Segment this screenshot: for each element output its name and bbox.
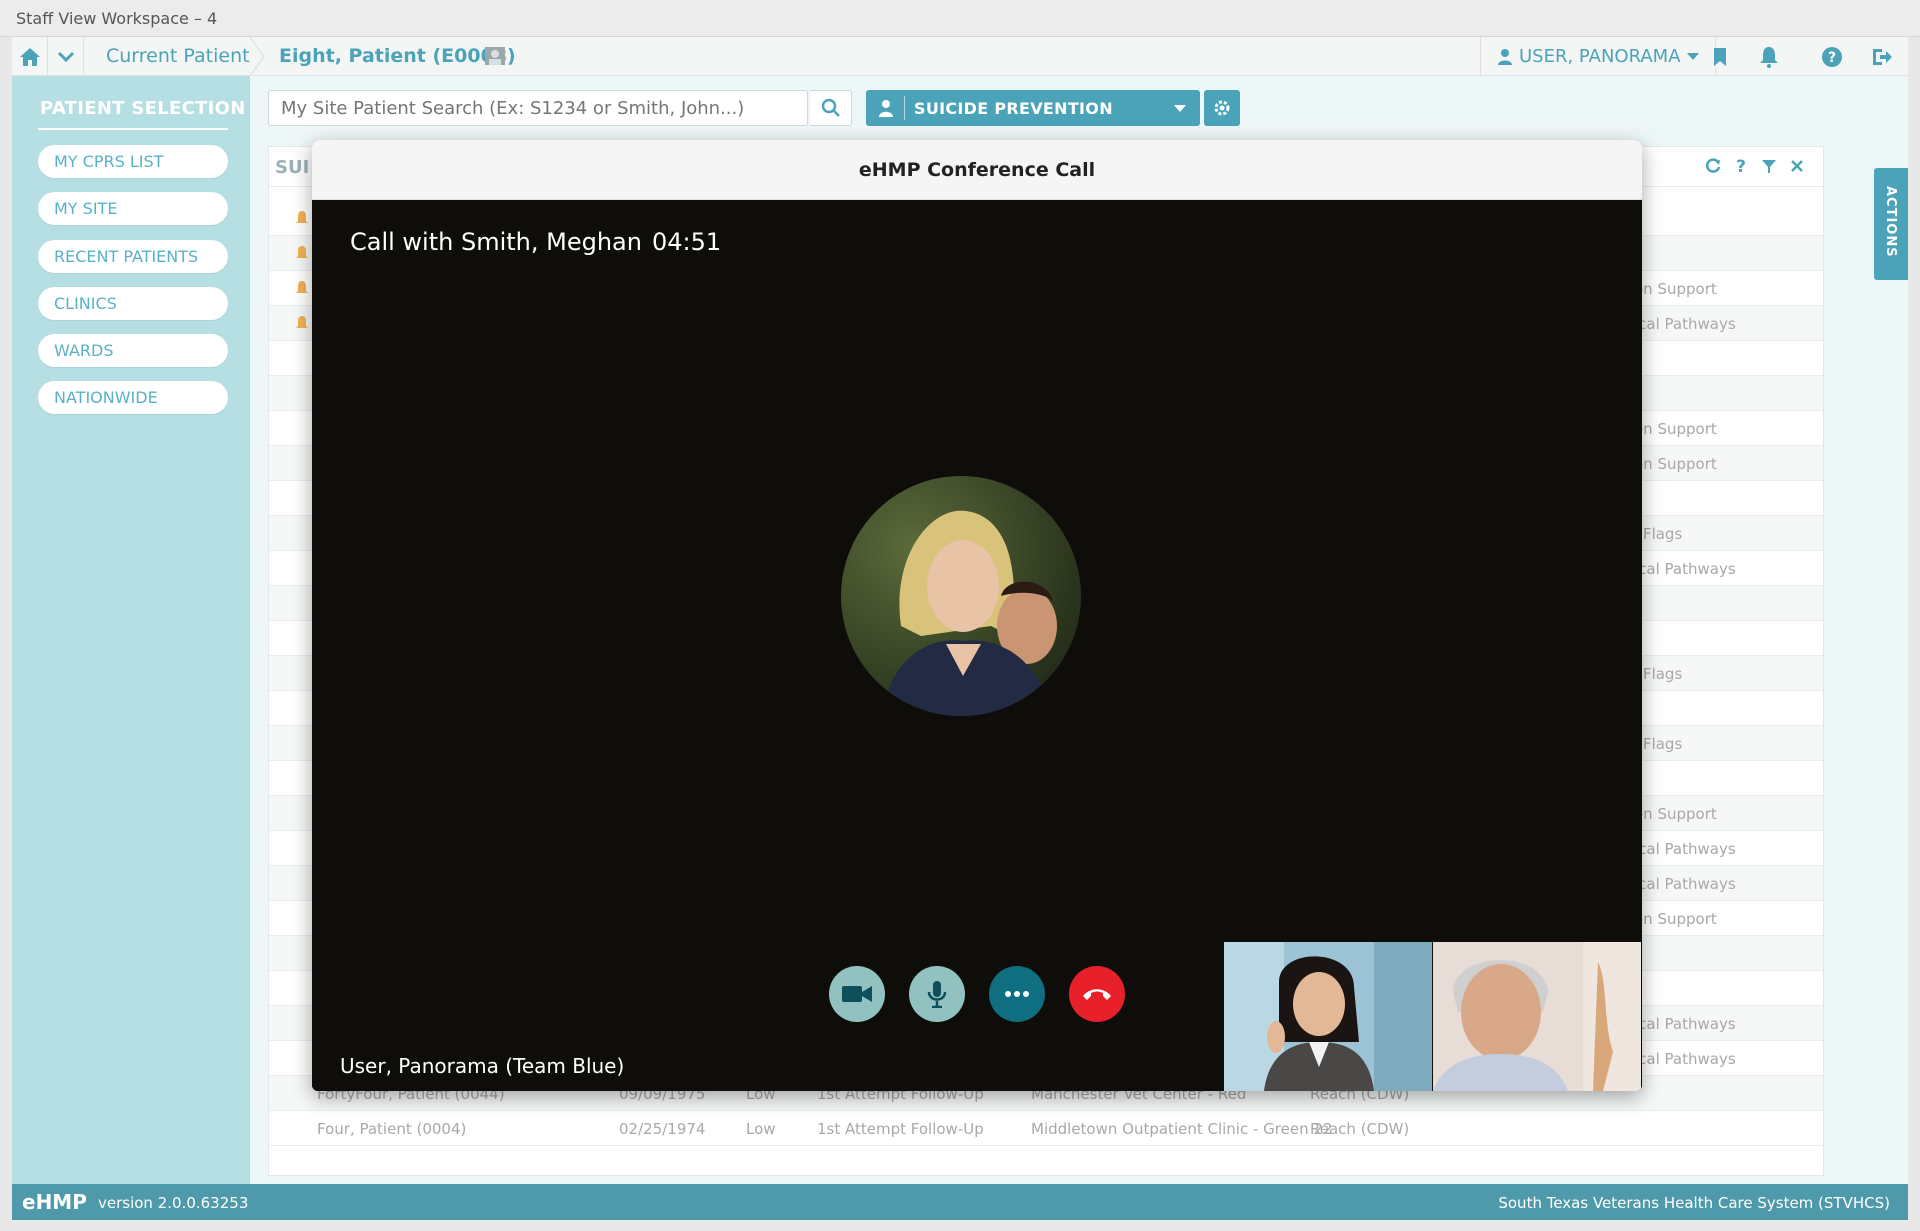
row-fragment: ical Pathways <box>1634 1015 1736 1033</box>
cell-risk: Low <box>746 1120 776 1138</box>
filter-icon[interactable] <box>1759 156 1779 176</box>
microphone-icon <box>927 981 947 1008</box>
row-fragment: ical Pathways <box>1634 875 1736 893</box>
cell-location: Middletown Outpatient Clinic - Green 22 <box>1031 1120 1333 1138</box>
window-titlebar: Staff View Workspace – 4 <box>0 0 1920 37</box>
phone-hangup-icon <box>1083 989 1111 1000</box>
bookmark-icon[interactable] <box>1708 45 1732 69</box>
user-menu[interactable]: USER, PANORAMA <box>1480 37 1716 76</box>
top-nav: Current Patient Eight, Patient (E0008) U… <box>12 37 1908 76</box>
row-fragment: ical Pathways <box>1634 1050 1736 1068</box>
patient-name[interactable]: Eight, Patient (E0008) <box>279 45 516 67</box>
call-timer: 04:51 <box>652 228 722 256</box>
actions-tab-label: ACTIONS <box>1883 186 1898 258</box>
window-title: Staff View Workspace – 4 <box>16 9 218 28</box>
search-icon <box>821 98 840 117</box>
bell-icon <box>296 211 308 223</box>
patient-search-input[interactable] <box>269 91 809 125</box>
bell-icon[interactable] <box>1757 45 1781 69</box>
close-icon[interactable] <box>1787 156 1807 176</box>
bell-icon <box>296 281 308 293</box>
row-fragment: on Support <box>1634 420 1717 438</box>
video-area: Call with Smith, Meghan 04:51 User, Pano… <box>312 200 1642 1091</box>
row-fragment: on Support <box>1634 805 1717 823</box>
patient-photo-icon <box>485 47 505 65</box>
row-fragment: ical Pathways <box>1634 315 1736 333</box>
cell-dob: 02/25/1974 <box>619 1120 706 1138</box>
remote-participant-avatar <box>841 476 1081 716</box>
patient-search-button[interactable] <box>810 90 852 126</box>
sidebar-item-wards[interactable]: WARDS <box>38 334 228 367</box>
video-toggle-button[interactable] <box>829 966 885 1022</box>
caret-down-icon <box>1174 105 1186 112</box>
table-row[interactable]: Four, Patient (0004) 02/25/1974 Low 1st … <box>269 1111 1823 1146</box>
more-dots-icon <box>1005 991 1029 997</box>
refresh-icon[interactable] <box>1703 156 1723 176</box>
patient-search <box>268 90 809 126</box>
help-icon[interactable]: ? <box>1820 45 1844 69</box>
svg-text:?: ? <box>1736 157 1746 176</box>
row-fragment: on Support <box>1634 910 1717 928</box>
sidebar-item-nationwide[interactable]: NATIONWIDE <box>38 381 228 414</box>
cell-type: 1st Attempt Follow-Up <box>817 1120 984 1138</box>
svg-text:?: ? <box>1828 50 1836 66</box>
bell-icon <box>296 246 308 258</box>
footer-version: version 2.0.0.63253 <box>98 1194 249 1212</box>
sidebar-item-my-cprs-list[interactable]: MY CPRS LIST <box>38 145 228 178</box>
row-fragment: ical Pathways <box>1634 840 1736 858</box>
sidebar-item-my-site[interactable]: MY SITE <box>38 192 228 225</box>
cell-source: Reach (CDW) <box>1310 1120 1410 1138</box>
breadcrumb-separator <box>249 37 265 76</box>
footer-organization: South Texas Veterans Health Care System … <box>1498 1194 1890 1212</box>
footer-brand: eHMP <box>22 1190 87 1214</box>
conference-call-modal: eHMP Conference Call Call with Smith, Me… <box>312 140 1642 1091</box>
breadcrumb-current-patient[interactable]: Current Patient <box>106 45 250 67</box>
call-with-label: Call with Smith, Meghan <box>350 228 642 256</box>
nav-dropdown-button[interactable] <box>48 37 84 76</box>
sidebar-title: PATIENT SELECTION <box>40 98 246 119</box>
row-fragment: on Support <box>1634 455 1717 473</box>
logout-icon[interactable] <box>1869 45 1893 69</box>
home-button[interactable] <box>12 37 48 76</box>
patient-selection-sidebar: PATIENT SELECTION MY CPRS LIST MY SITE R… <box>12 76 250 1184</box>
microphone-toggle-button[interactable] <box>909 966 965 1022</box>
user-name: USER, PANORAMA <box>1519 46 1681 67</box>
participant-thumbnail[interactable] <box>1224 942 1432 1091</box>
cell-patient: Four, Patient (0004) <box>317 1120 467 1138</box>
clinician-icon <box>879 100 893 117</box>
workspace-divider <box>904 96 905 120</box>
workspace-label: SUICIDE PREVENTION <box>914 99 1113 118</box>
user-icon <box>1498 48 1512 65</box>
row-fragment: on Support <box>1634 280 1717 298</box>
chevron-down-icon <box>57 51 74 62</box>
gear-icon <box>1214 100 1230 116</box>
home-icon <box>19 47 40 66</box>
sidebar-item-clinics[interactable]: CLINICS <box>38 287 228 320</box>
help-icon[interactable]: ? <box>1731 156 1751 176</box>
workspace-selector[interactable]: SUICIDE PREVENTION <box>866 90 1200 126</box>
workspace-settings-button[interactable] <box>1204 90 1240 126</box>
row-fragment: ical Pathways <box>1634 560 1736 578</box>
modal-title: eHMP Conference Call <box>312 140 1642 200</box>
actions-tab[interactable]: ACTIONS <box>1874 168 1908 280</box>
caret-down-icon <box>1686 52 1699 60</box>
bell-icon <box>296 316 308 328</box>
sidebar-item-recent-patients[interactable]: RECENT PATIENTS <box>38 240 228 273</box>
sidebar-title-rule <box>38 128 228 130</box>
local-participant-name: User, Panorama (Team Blue) <box>340 1054 625 1078</box>
more-options-button[interactable] <box>989 966 1045 1022</box>
hang-up-button[interactable] <box>1069 966 1125 1022</box>
video-camera-icon <box>842 986 872 1002</box>
applet-title: SUI <box>275 157 310 178</box>
app-footer: eHMP version 2.0.0.63253 South Texas Vet… <box>12 1184 1908 1220</box>
participant-thumbnail[interactable] <box>1433 942 1641 1091</box>
